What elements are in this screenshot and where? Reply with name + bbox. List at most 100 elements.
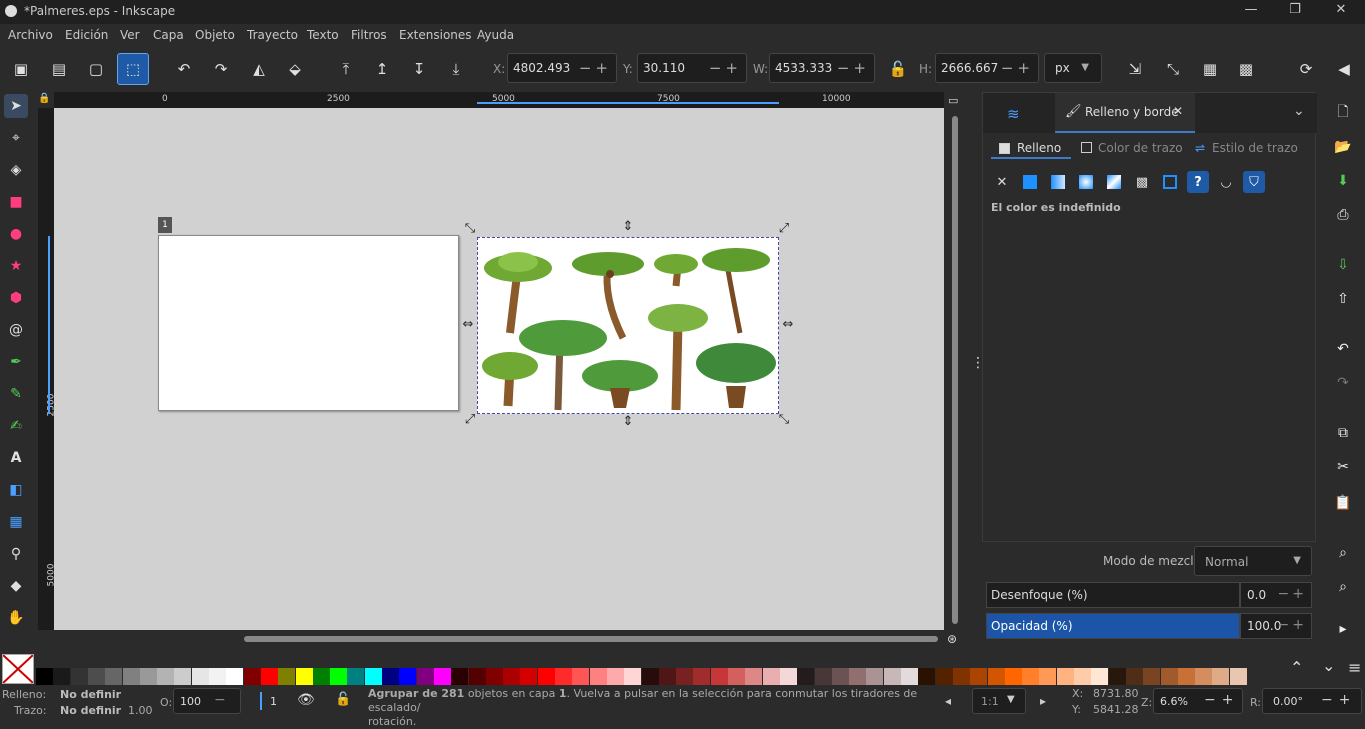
restore-button[interactable]: ❐: [1280, 2, 1310, 22]
palette-swatch[interactable]: [641, 668, 659, 685]
palette-swatch[interactable]: [191, 668, 209, 685]
star-tool-icon[interactable]: ★: [4, 254, 28, 278]
w-field[interactable]: 4533.333 −+: [769, 53, 875, 83]
palette-swatch[interactable]: [728, 668, 745, 685]
palette-swatch[interactable]: [1160, 668, 1178, 685]
palette-swatch[interactable]: [1177, 668, 1195, 685]
scale-handle-s[interactable]: ⇕: [621, 415, 635, 429]
no-paint-icon[interactable]: ✕: [991, 171, 1013, 193]
palette-swatch[interactable]: [1143, 668, 1161, 685]
opacity-stepper-icon[interactable]: −+: [1278, 617, 1307, 633]
linear-gradient-icon[interactable]: [1047, 171, 1069, 193]
stroke-indicator-value[interactable]: No definir: [60, 704, 121, 717]
prev-page-icon[interactable]: ◂: [945, 694, 951, 708]
color-management-icon[interactable]: ⊛: [947, 632, 963, 648]
status-opacity-field[interactable]: 100 −: [173, 688, 241, 714]
palette-swatch[interactable]: [330, 668, 348, 685]
palette-swatch[interactable]: [243, 668, 261, 685]
mesh-gradient-icon[interactable]: [1103, 171, 1125, 193]
palette-swatch[interactable]: [122, 668, 140, 685]
palette-swatch[interactable]: [658, 668, 676, 685]
palette-swatch[interactable]: [1004, 668, 1022, 685]
palette-swatch[interactable]: [537, 668, 555, 685]
palette-swatch[interactable]: [485, 668, 503, 685]
palette-swatch[interactable]: [745, 668, 763, 685]
mesh-tool-icon[interactable]: ▦: [4, 510, 28, 534]
stroke-width-value[interactable]: 1.00: [128, 704, 153, 717]
menu-archivo[interactable]: Archivo: [8, 28, 53, 42]
palette-swatch[interactable]: [883, 668, 901, 685]
blur-stepper-icon[interactable]: −+: [1278, 586, 1307, 602]
undo-icon[interactable]: ↶: [1332, 338, 1354, 360]
pencil-tool-icon[interactable]: ✎: [4, 382, 28, 406]
blur-field[interactable]: 0.0 −+: [1240, 582, 1312, 608]
palette-swatch[interactable]: [260, 668, 278, 685]
palette-swatch[interactable]: [970, 668, 988, 685]
zoom-ratio-select[interactable]: 1:1 ▼: [972, 688, 1026, 714]
zoom-drawing-icon[interactable]: ⌕: [1332, 576, 1354, 598]
status-opacity-minus-icon[interactable]: −: [214, 692, 226, 708]
palette-swatch[interactable]: [295, 668, 313, 685]
palette-swatch[interactable]: [139, 668, 157, 685]
palette-swatch[interactable]: [53, 668, 71, 685]
touch-select-icon[interactable]: ⬚: [117, 53, 149, 85]
pen-tool-icon[interactable]: ✒: [4, 350, 28, 374]
zoom-stepper-icon[interactable]: −+: [1204, 692, 1239, 708]
subtab-stroke-paint[interactable]: Color de trazo: [1098, 141, 1183, 155]
palette-swatch[interactable]: [987, 668, 1005, 685]
subtab-fill-label[interactable]: Relleno: [1017, 141, 1061, 155]
unit-select[interactable]: px ▼: [1044, 53, 1102, 83]
palette-swatch[interactable]: [209, 668, 226, 685]
palette-swatch[interactable]: [312, 668, 330, 685]
rotate-cw-icon[interactable]: ↷: [207, 55, 235, 83]
calligraphy-tool-icon[interactable]: ✍: [4, 414, 28, 438]
palette-swatch[interactable]: [901, 668, 918, 685]
select-all-icon[interactable]: ▣: [7, 55, 35, 83]
scale-handle-nw[interactable]: ⤡: [463, 222, 477, 236]
zoom-selection-icon[interactable]: ⌕: [1332, 542, 1354, 564]
lower-to-bottom-icon[interactable]: ⤓: [442, 55, 470, 83]
palette-swatch[interactable]: [676, 668, 694, 685]
blend-mode-select[interactable]: Normal ▼: [1194, 546, 1312, 576]
palette-swatch[interactable]: [797, 668, 815, 685]
selected-group[interactable]: [477, 237, 779, 414]
palette-swatch[interactable]: [451, 668, 469, 685]
fill-rule-nonzero-icon[interactable]: ⛉: [1243, 171, 1265, 193]
display-mode-icon[interactable]: ▭: [948, 94, 964, 108]
gradient-tool-icon[interactable]: ◧: [4, 478, 28, 502]
w-stepper-icon[interactable]: −+: [837, 59, 870, 77]
deselect-icon[interactable]: ▢: [82, 55, 110, 83]
dropper-tool-icon[interactable]: ⚲: [4, 542, 28, 566]
palette-swatch[interactable]: [278, 668, 296, 685]
transform-patterns-icon[interactable]: ▩: [1232, 55, 1260, 83]
palette-swatch[interactable]: [433, 668, 451, 685]
cut-icon[interactable]: ✂: [1332, 456, 1354, 478]
close-button[interactable]: ✕: [1326, 2, 1356, 22]
current-layer[interactable]: 1: [270, 695, 277, 708]
scale-corners-icon[interactable]: ⤡: [1159, 55, 1187, 83]
palette-swatch[interactable]: [606, 668, 624, 685]
text-tool-icon[interactable]: A: [4, 446, 28, 470]
scale-handle-se[interactable]: ⤡: [777, 413, 791, 427]
close-tab-icon[interactable]: ✕: [1173, 104, 1183, 118]
palette-swatch[interactable]: [364, 668, 382, 685]
lock-guides-icon[interactable]: 🔒: [38, 93, 52, 107]
new-document-icon[interactable]: 🗋: [1332, 102, 1354, 124]
raise-icon[interactable]: ↥: [368, 55, 396, 83]
canvas[interactable]: 1 ⤡ ⇕ ⤢ ⇔ ⇔ ⤢ ⇕ ⤡: [54, 108, 944, 630]
palette-swatch[interactable]: [157, 668, 175, 685]
spiral-tool-icon[interactable]: @: [4, 318, 28, 342]
horizontal-ruler[interactable]: 0 2500 5000 7500 10000: [54, 92, 944, 108]
palette-swatch[interactable]: [1108, 668, 1126, 685]
palette-swatch[interactable]: [226, 668, 244, 685]
palette-swatch[interactable]: [416, 668, 434, 685]
scale-handle-e[interactable]: ⇔: [781, 318, 795, 332]
toggle-lock-icon[interactable]: 🔓: [335, 692, 351, 707]
h-field[interactable]: 2666.667 −+: [935, 53, 1039, 83]
h-stepper-icon[interactable]: −+: [1001, 59, 1034, 77]
paste-icon[interactable]: 📋: [1332, 492, 1354, 514]
chevron-down-icon[interactable]: ⌄: [1293, 103, 1305, 119]
menu-filtros[interactable]: Filtros: [351, 28, 387, 42]
paint-bucket-tool-icon[interactable]: ◆: [4, 574, 28, 598]
palette-swatch[interactable]: [1125, 668, 1143, 685]
